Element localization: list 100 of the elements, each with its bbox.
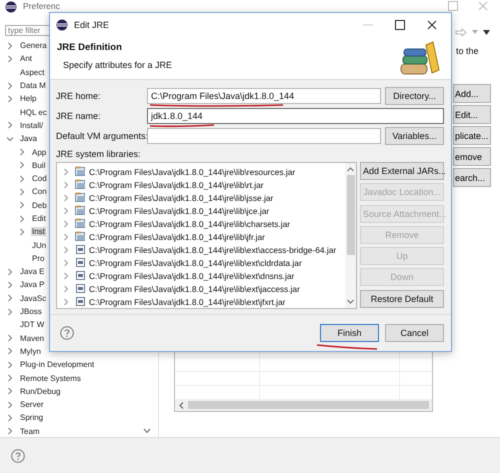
- tree-item[interactable]: Team: [19, 426, 41, 436]
- library-path[interactable]: C:\Program Files\Java\jdk1.8.0_144\jre\lib\rt.jar: [89, 180, 264, 190]
- library-path[interactable]: C:\Program Files\Java\jdk1.8.0_144\jre\lib\resources.jar: [89, 166, 296, 176]
- tree-item[interactable]: Java P: [19, 280, 46, 290]
- scroll-up-icon[interactable]: [347, 167, 354, 172]
- tree-item[interactable]: Mylyn: [19, 346, 42, 356]
- chevron-icon[interactable]: [6, 294, 14, 302]
- tree-item[interactable]: Server: [19, 400, 45, 410]
- library-path[interactable]: C:\Program Files\Java\jdk1.8.0_144\jre\lib\ext\cldrdata.jar: [89, 258, 302, 268]
- dropdown-icon[interactable]: [472, 30, 478, 34]
- chevron-icon[interactable]: [18, 174, 26, 183]
- tree-item[interactable]: Spring: [19, 413, 44, 422]
- tree-item[interactable]: Deb: [31, 200, 48, 210]
- help-icon[interactable]: [60, 326, 74, 340]
- chevron-icon[interactable]: [6, 360, 14, 369]
- chevron-icon[interactable]: [6, 82, 14, 90]
- field-label: JRE name:: [56, 111, 102, 121]
- finish-button[interactable]: Finish: [320, 324, 379, 342]
- tree-item[interactable]: Cod: [31, 174, 48, 184]
- library-path[interactable]: C:\Program Files\Java\jdk1.8.0_144\jre\lib\ext\dnsns.jar: [89, 270, 294, 280]
- input-field[interactable]: jdk1.8.0_144: [147, 108, 444, 124]
- chevron-icon[interactable]: [18, 148, 26, 156]
- chevron-icon[interactable]: [6, 334, 14, 342]
- chevron-icon[interactable]: [6, 400, 14, 409]
- tree-item[interactable]: Inst: [31, 227, 46, 236]
- tree-item[interactable]: JUn: [31, 240, 48, 250]
- field-label: JRE home:: [56, 91, 102, 101]
- chevron-icon[interactable]: [18, 201, 26, 210]
- tree-item[interactable]: Ant: [19, 54, 34, 64]
- library-path[interactable]: C:\Program Files\Java\jdk1.8.0_144\jre\lib\jce.jar: [89, 206, 270, 216]
- chevron-icon[interactable]: [18, 214, 26, 222]
- scroll-down-icon[interactable]: [143, 428, 151, 434]
- side-button[interactable]: Add...: [453, 84, 491, 103]
- library-path[interactable]: C:\Program Files\Java\jdk1.8.0_144\jre\lib\ext\access-bridge-64.jar: [89, 244, 336, 254]
- tree-item[interactable]: Install/: [19, 120, 44, 130]
- tree-item[interactable]: Run/Debug: [19, 386, 62, 396]
- tree-item[interactable]: Maven: [19, 334, 46, 343]
- tree-item[interactable]: App: [31, 148, 48, 157]
- library-path[interactable]: C:\Program Files\Java\jdk1.8.0_144\jre\lib\jsse.jar: [89, 192, 274, 202]
- vertical-scrollbar[interactable]: [345, 163, 356, 308]
- dialog-heading: JRE Definition: [57, 42, 123, 53]
- tree-item[interactable]: Genera: [19, 41, 48, 50]
- tree-item[interactable]: JavaSc: [19, 294, 48, 303]
- scroll-left-icon[interactable]: [179, 402, 184, 408]
- browse-button[interactable]: Directory...: [385, 87, 444, 105]
- jar-icon: [75, 205, 86, 216]
- tree-item[interactable]: Data M: [19, 81, 47, 90]
- close-icon[interactable]: [427, 20, 437, 30]
- horizontal-scrollbar[interactable]: [175, 399, 432, 411]
- chevron-icon[interactable]: [6, 268, 14, 276]
- tree-item[interactable]: Edit: [31, 214, 47, 223]
- tree-item[interactable]: Buil: [31, 160, 46, 170]
- browse-button[interactable]: Variables...: [385, 127, 444, 145]
- maximize-icon[interactable]: [395, 20, 405, 30]
- chevron-icon[interactable]: [6, 414, 14, 422]
- tree-item[interactable]: Java: [19, 134, 38, 144]
- tree-item[interactable]: JBoss: [19, 307, 43, 316]
- cancel-button[interactable]: Cancel: [385, 324, 444, 342]
- library-path[interactable]: C:\Program Files\Java\jdk1.8.0_144\jre\lib\ext\jfxrt.jar: [89, 296, 286, 306]
- chevron-icon[interactable]: [18, 161, 26, 170]
- library-path[interactable]: C:\Program Files\Java\jdk1.8.0_144\jre\lib\jfr.jar: [89, 232, 265, 242]
- tree-item[interactable]: HQL ec: [19, 108, 48, 117]
- tree-item[interactable]: Aspect: [19, 68, 46, 77]
- tree-item[interactable]: Plug-in Development: [19, 360, 96, 370]
- tree-item[interactable]: Remote Systems: [19, 374, 82, 383]
- filter-field[interactable]: type filter: [5, 25, 49, 36]
- chevron-icon[interactable]: [6, 280, 14, 289]
- side-button[interactable]: Edit...: [453, 105, 491, 124]
- side-button[interactable]: plicate...: [453, 126, 491, 145]
- chevron-icon[interactable]: [6, 387, 14, 396]
- help-icon[interactable]: [11, 448, 25, 462]
- menu-icon[interactable]: [483, 30, 490, 34]
- chevron-icon[interactable]: [6, 42, 14, 50]
- tree-item[interactable]: Help: [19, 94, 38, 104]
- chevron-icon[interactable]: [6, 134, 14, 143]
- tree-item[interactable]: Pro: [31, 254, 46, 263]
- chevron-icon[interactable]: [6, 54, 14, 63]
- chevron-icon[interactable]: [6, 427, 14, 436]
- side-button[interactable]: emove: [453, 147, 491, 166]
- input-field[interactable]: C:\Program Files\Java\jdk1.8.0_144: [147, 88, 381, 104]
- chevron-icon[interactable]: [6, 347, 14, 356]
- tree-item[interactable]: JDT W: [19, 320, 46, 330]
- library-path[interactable]: C:\Program Files\Java\jdk1.8.0_144\jre\lib\ext\jaccess.jar: [89, 284, 300, 294]
- jar-icon: [75, 179, 86, 190]
- tree-item[interactable]: Con: [31, 187, 48, 196]
- library-button[interactable]: Add External JARs...: [360, 162, 444, 180]
- tree-item[interactable]: Java E: [19, 267, 46, 276]
- chevron-icon[interactable]: [6, 94, 14, 103]
- chevron-icon[interactable]: [6, 374, 14, 382]
- jar-icon: [75, 244, 86, 255]
- library-button[interactable]: Restore Default: [360, 290, 444, 308]
- chevron-icon[interactable]: [18, 228, 26, 236]
- chevron-icon[interactable]: [18, 188, 26, 196]
- chevron-icon[interactable]: [6, 308, 14, 316]
- chevron-icon[interactable]: [6, 121, 14, 130]
- jar-icon: [75, 283, 86, 294]
- scroll-down-icon[interactable]: [347, 299, 354, 304]
- side-button[interactable]: earch...: [453, 168, 491, 187]
- input-field[interactable]: [147, 128, 381, 144]
- library-path[interactable]: C:\Program Files\Java\jdk1.8.0_144\jre\lib\charsets.jar: [89, 218, 290, 228]
